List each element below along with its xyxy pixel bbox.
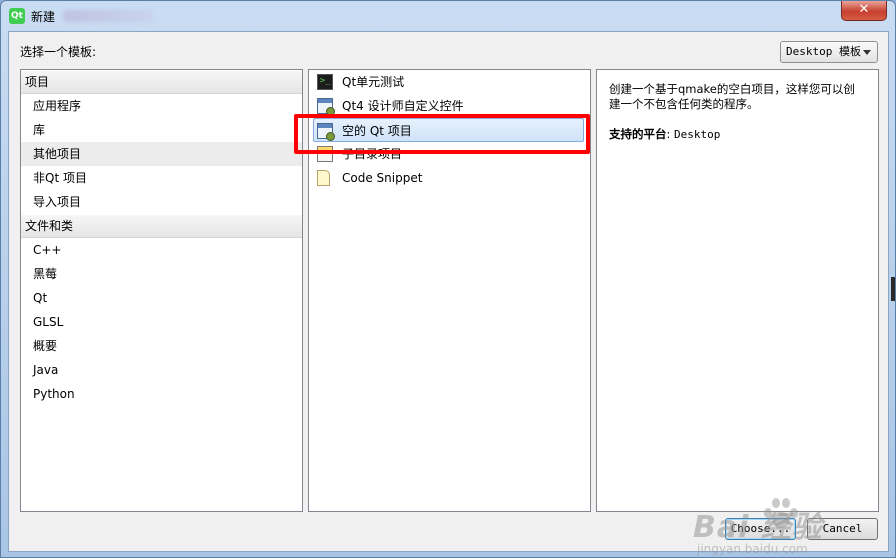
category-group-files-classes[interactable]: 文件和类 (21, 214, 302, 238)
category-item-application[interactable]: 应用程序 (21, 94, 302, 118)
category-group-projects[interactable]: 项目 (21, 70, 302, 94)
category-item-cpp[interactable]: C++ (21, 238, 302, 262)
category-item-blackberry[interactable]: 黑莓 (21, 262, 302, 286)
category-item-qt[interactable]: Qt (21, 286, 302, 310)
template-description: 创建一个基于qmake的空白项目，这样您可以创建一个不包含任何类的程序。 (609, 82, 855, 111)
platform-label: 支持的平台 (609, 127, 667, 141)
watermark-brand: Bai 经验 (693, 510, 823, 545)
template-item-qt-unit-test[interactable]: >_ Qt单元测试 (309, 70, 590, 94)
category-item-library[interactable]: 库 (21, 118, 302, 142)
template-item-code-snippet[interactable]: Code Snippet (309, 166, 590, 190)
template-description-panel: 创建一个基于qmake的空白项目，这样您可以创建一个不包含任何类的程序。 支持的… (596, 69, 879, 512)
window-plugin-icon (317, 98, 335, 116)
edge-scroll-marker (891, 277, 895, 301)
blurred-title-text (63, 10, 153, 22)
watermark-url: jingyan.baidu.com (697, 542, 808, 556)
dialog-body: 选择一个模板: Desktop 模板 项目 应用程序 库 其他项目 非Qt 项目… (8, 31, 889, 556)
title-bar: Qt 新建 ✕ (1, 1, 895, 31)
annotation-highlight-box (294, 114, 590, 154)
template-label: Code Snippet (342, 171, 423, 185)
file-icon (317, 170, 330, 186)
close-button[interactable]: ✕ (841, 1, 887, 21)
supported-platforms: 支持的平台: Desktop (609, 126, 866, 142)
terminal-icon: >_ (317, 74, 333, 90)
baidu-watermark: Bai 经验 jingyan.baidu.com (693, 498, 823, 556)
platform-filter-dropdown[interactable]: Desktop 模板 (780, 41, 878, 63)
category-item-import-project[interactable]: 导入项目 (21, 190, 302, 214)
choose-template-label: 选择一个模板: (20, 45, 97, 59)
category-item-glsl[interactable]: GLSL (21, 310, 302, 334)
category-item-python[interactable]: Python (21, 382, 302, 406)
qt-app-icon: Qt (9, 8, 25, 24)
paw-logo-icon (760, 496, 800, 532)
category-item-general[interactable]: 概要 (21, 334, 302, 358)
category-item-non-qt-project[interactable]: 非Qt 项目 (21, 166, 302, 190)
platform-value: Desktop (674, 128, 721, 141)
category-item-other-project[interactable]: 其他项目 (21, 142, 302, 166)
platform-colon: : (666, 127, 675, 141)
new-project-dialog: Qt 新建 ✕ 选择一个模板: Desktop 模板 项目 应用程序 库 其他项… (0, 0, 896, 558)
template-label: Qt单元测试 (342, 75, 405, 89)
chevron-down-icon (863, 50, 871, 55)
platform-filter-value: Desktop 模板 (786, 45, 861, 58)
template-label: Qt4 设计师自定义控件 (342, 99, 464, 113)
category-item-java[interactable]: Java (21, 358, 302, 382)
category-list[interactable]: 项目 应用程序 库 其他项目 非Qt 项目 导入项目 文件和类 C++ 黑莓 Q… (20, 69, 303, 512)
window-title: 新建 (31, 10, 56, 24)
